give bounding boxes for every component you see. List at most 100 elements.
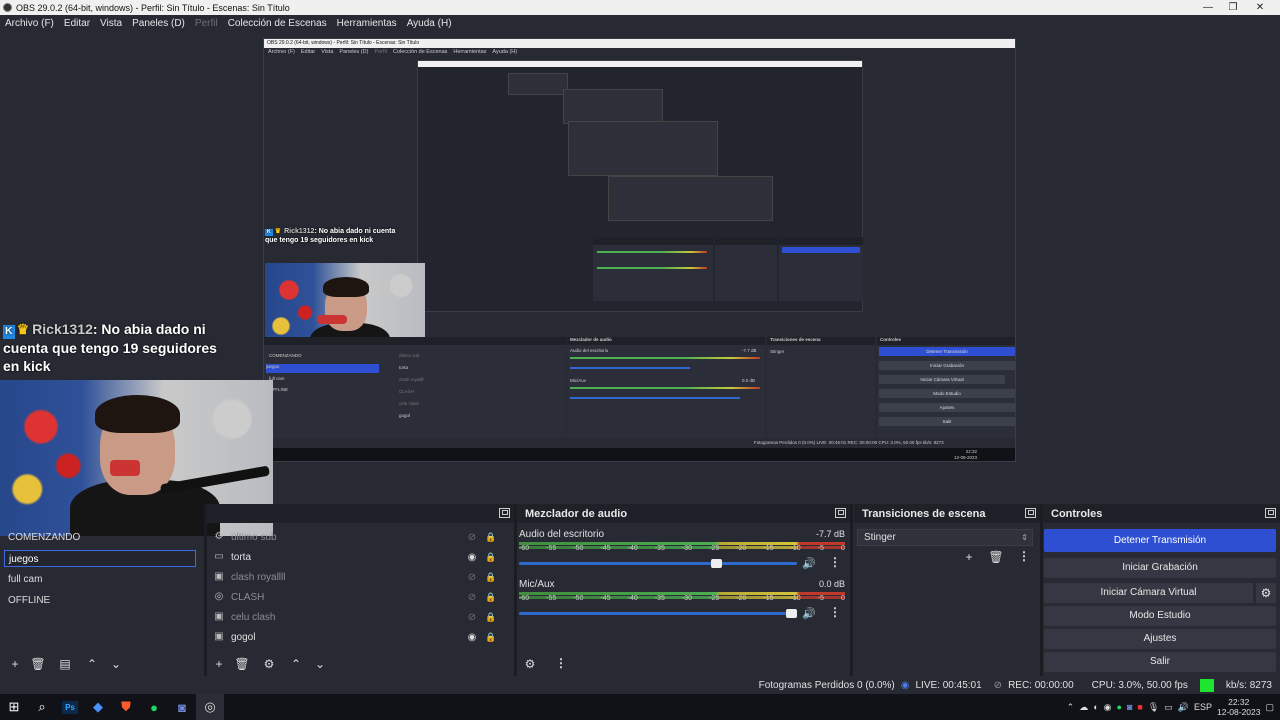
scene-item[interactable]: full cam (4, 571, 196, 588)
microphone-icon[interactable]: 🎙 (1148, 702, 1159, 713)
transitions-title: Transiciones de escena (862, 507, 986, 520)
remove-transition-button[interactable]: 🗑 (987, 549, 1005, 565)
select-arrows-icon: ⇕ (1021, 533, 1028, 542)
move-down-icon[interactable]: ⌄ (107, 656, 125, 672)
lock-icon[interactable]: 🔒 (484, 572, 498, 583)
source-properties-button[interactable]: ⚙ (260, 656, 278, 672)
menu-herramientas[interactable]: Herramientas (337, 18, 397, 29)
menu-editar[interactable]: Editar (64, 18, 90, 29)
studio-mode-button[interactable]: Modo Estudio (1044, 606, 1276, 626)
lock-icon[interactable]: 🔒 (484, 532, 498, 543)
clock[interactable]: 22:32 12-08-2023 (1217, 697, 1260, 717)
notifications-icon[interactable]: ▢ (1265, 702, 1274, 713)
scene-item[interactable]: OFFLINE (4, 592, 196, 609)
menu-archivo[interactable]: Archivo (F) (5, 18, 54, 29)
visibility-icon[interactable]: ◉ (465, 632, 479, 643)
scene-item-selected[interactable]: juegos (4, 550, 196, 567)
more-options-icon[interactable]: ⋮ (829, 555, 841, 569)
transition-select[interactable]: Stinger ⇕ (857, 529, 1033, 546)
add-scene-button[interactable]: + (6, 656, 24, 672)
menu-coleccion-escenas[interactable]: Colección de Escenas (228, 18, 327, 29)
tray-app-icon[interactable]: ☁ (1079, 702, 1088, 713)
remove-scene-button[interactable]: 🗑 (29, 656, 47, 672)
speaker-icon[interactable]: 🔊 (802, 607, 816, 620)
spotify-icon[interactable]: ● (140, 694, 168, 720)
add-transition-button[interactable]: + (960, 549, 978, 565)
language-indicator[interactable]: ESP (1194, 702, 1212, 712)
move-up-icon[interactable]: ⌃ (287, 656, 305, 672)
menu-bar: Archivo (F) Editar Vista Paneles (D) Per… (0, 15, 1280, 32)
menu-perfil[interactable]: Perfil (195, 18, 218, 29)
obs-icon[interactable]: ◎ (196, 694, 224, 720)
photoshop-icon[interactable]: Ps (56, 694, 84, 720)
window-titlebar: OBS 29.0.2 (64-bit, windows) - Perfil: S… (0, 0, 1280, 15)
source-row[interactable]: ▣ clash royallll ⊘ 🔒 (210, 567, 498, 587)
discord-tray-icon[interactable]: ◙ (1127, 702, 1132, 712)
volume-icon[interactable]: 🔊 (1178, 702, 1189, 713)
exit-button[interactable]: Salir (1044, 652, 1276, 672)
lock-icon[interactable]: 🔒 (484, 552, 498, 563)
discord-icon[interactable]: ◙ (168, 694, 196, 720)
search-icon[interactable]: ⌕ (28, 694, 56, 720)
volume-slider-knob[interactable] (711, 559, 722, 568)
volume-slider[interactable] (519, 609, 797, 618)
virtual-camera-settings-icon[interactable]: ⚙ (1256, 583, 1276, 603)
visibility-hidden-icon[interactable]: ⊘ (465, 612, 479, 623)
float-dock-icon[interactable] (1025, 508, 1036, 518)
menu-paneles[interactable]: Paneles (D) (132, 18, 185, 29)
tray-app-icon[interactable]: ■ (1137, 702, 1142, 712)
preview-inner-controls (779, 237, 863, 301)
start-virtual-camera-button[interactable]: Iniciar Cámara Virtual (1044, 583, 1253, 603)
maximize-button[interactable]: ❐ (1221, 0, 1245, 15)
settings-button[interactable]: Ajustes (1044, 629, 1276, 649)
source-row[interactable]: ▣ celu clash ⊘ 🔒 (210, 607, 498, 627)
scene-item[interactable]: COMENZANDO (4, 529, 196, 546)
transition-menu-icon[interactable]: ⋮ (1018, 549, 1030, 563)
volume-slider[interactable] (519, 559, 797, 568)
menu-vista[interactable]: Vista (100, 18, 122, 29)
windows-start-icon[interactable]: ⊞ (0, 694, 28, 720)
visibility-hidden-icon[interactable]: ⊘ (465, 572, 479, 583)
remove-source-button[interactable]: 🗑 (233, 656, 251, 672)
source-row[interactable]: ⚙ último sub ⊘ 🔒 (210, 527, 498, 547)
tray-expand-icon[interactable]: ⌃ (1067, 702, 1075, 713)
visibility-icon[interactable]: ◉ (465, 552, 479, 563)
stop-streaming-button[interactable]: Detener Transmisión (1044, 529, 1276, 552)
tray-app-icon[interactable]: ◉ (1104, 702, 1112, 713)
menu-ayuda[interactable]: Ayuda (H) (407, 18, 452, 29)
move-up-icon[interactable]: ⌃ (83, 656, 101, 672)
move-down-icon[interactable]: ⌄ (311, 656, 329, 672)
speaker-icon[interactable]: 🔊 (802, 557, 816, 570)
rec-timer: REC: 00:00:00 (1008, 679, 1074, 691)
brave-browser-icon[interactable]: ⛊ (112, 694, 140, 720)
lock-icon[interactable]: 🔒 (484, 592, 498, 603)
close-button[interactable]: ✕ (1248, 0, 1272, 15)
crown-icon: ♛ (16, 321, 30, 337)
preview-canvas[interactable]: OBS 29.0.2 (64-bit, windows) - Perfil: S… (263, 38, 1016, 462)
add-source-button[interactable]: + (210, 656, 228, 672)
visibility-hidden-icon[interactable]: ⊘ (465, 592, 479, 603)
float-dock-icon[interactable] (499, 508, 510, 518)
taskbar: ⊞ ⌕ Ps ◆ ⛊ ● ◙ ◎ ⌃ ☁ ◐ ◉ ● ◙ ■ 🎙 ▭ 🔊 ESP… (0, 694, 1280, 720)
lock-icon[interactable]: 🔒 (484, 612, 498, 623)
ai-app-icon[interactable]: ◆ (84, 694, 112, 720)
source-row[interactable]: ▭ torta ◉ 🔒 (210, 547, 498, 567)
tray-app-icon[interactable]: ◐ (1093, 702, 1098, 712)
float-dock-icon[interactable] (835, 508, 846, 518)
preview-inner-transitions (715, 237, 777, 301)
volume-slider-knob[interactable] (786, 609, 797, 618)
more-options-icon[interactable]: ⋮ (829, 605, 841, 619)
lock-icon[interactable]: 🔒 (484, 632, 498, 643)
start-recording-button[interactable]: Iniciar Grabación (1044, 558, 1276, 578)
spotify-tray-icon[interactable]: ● (1117, 702, 1122, 712)
source-row[interactable]: ▣ gogol ◉ 🔒 (210, 627, 498, 647)
network-icon[interactable]: ▭ (1164, 702, 1173, 713)
visibility-hidden-icon[interactable]: ⊘ (465, 532, 479, 543)
mixer-menu-icon[interactable]: ⋮ (555, 656, 567, 670)
scene-filters-button[interactable]: ▤ (56, 656, 74, 672)
minimize-button[interactable]: — (1196, 0, 1220, 15)
mixer-settings-button[interactable]: ⚙ (521, 656, 539, 672)
float-dock-icon[interactable] (1265, 508, 1276, 518)
mixer-dock-header: Mezclador de audio (517, 504, 850, 523)
source-row[interactable]: ◎ CLASH ⊘ 🔒 (210, 587, 498, 607)
